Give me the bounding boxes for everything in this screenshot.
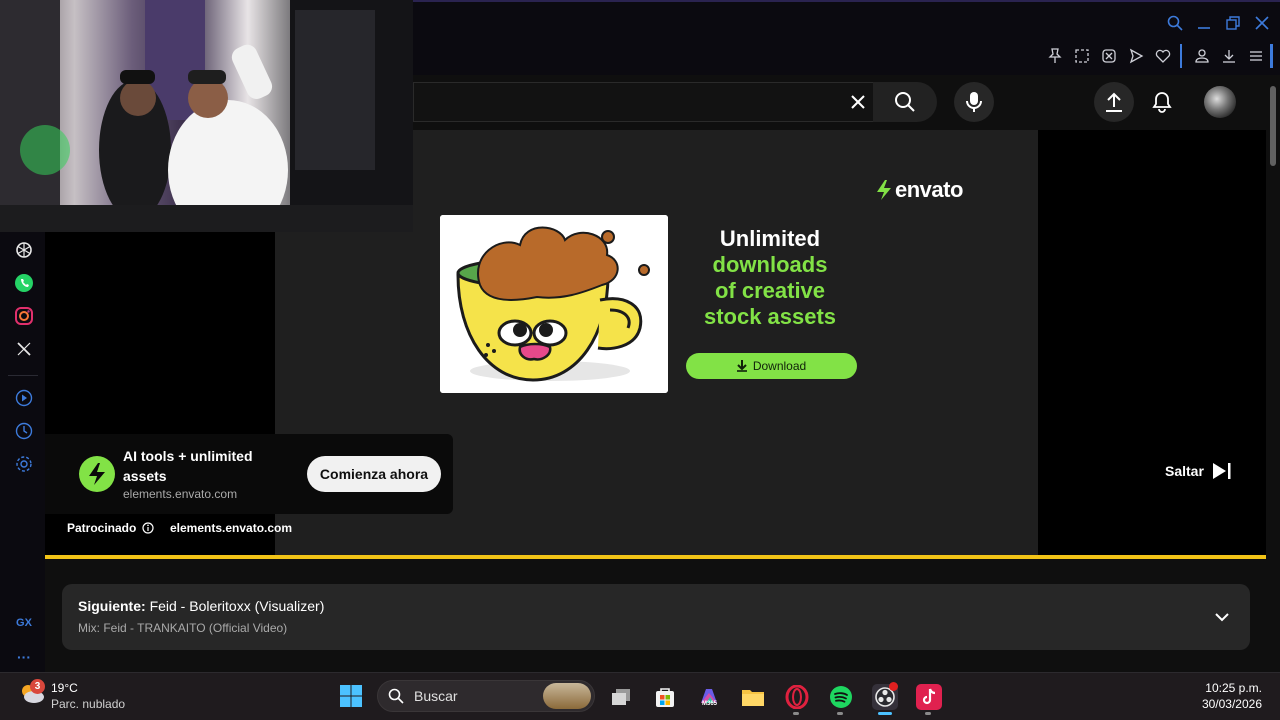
- opera-gx-icon[interactable]: [784, 684, 810, 710]
- search-button[interactable]: [873, 82, 937, 122]
- toolbar-divider: [1180, 44, 1182, 68]
- menu-icon[interactable]: [1244, 44, 1268, 68]
- gx-label[interactable]: GX: [12, 617, 36, 629]
- restore-icon[interactable]: [1220, 10, 1246, 36]
- skip-ad-button[interactable]: Saltar: [1165, 462, 1232, 480]
- advertiser-logo[interactable]: [79, 456, 115, 492]
- clear-search-icon[interactable]: [846, 90, 870, 114]
- weather-temp[interactable]: 19°C: [51, 681, 78, 695]
- windows-start-icon[interactable]: [339, 684, 363, 708]
- envato-logo: envato: [875, 177, 963, 203]
- envato-leaf-icon: [89, 463, 105, 485]
- skip-icon: [1212, 463, 1231, 479]
- ad-domain: elements.envato.com: [123, 487, 238, 501]
- weather-desc[interactable]: Parc. nublado: [51, 697, 125, 711]
- headline-line-3: of creative: [714, 278, 826, 303]
- up-next-title[interactable]: Feid - Boleritoxx (Visualizer): [150, 598, 325, 614]
- microsoft-store-icon[interactable]: [652, 684, 678, 710]
- search-icon[interactable]: [1162, 10, 1188, 36]
- up-next-panel[interactable]: [62, 584, 1250, 650]
- tiktok-icon[interactable]: [916, 684, 942, 710]
- pin-icon[interactable]: [1043, 44, 1067, 68]
- browser-top-bar: [413, 0, 1280, 75]
- skip-label: Saltar: [1165, 463, 1204, 479]
- task-view-icon[interactable]: [608, 684, 634, 710]
- clock-time[interactable]: 10:25 p.m.: [1190, 681, 1262, 695]
- download-label: Download: [752, 359, 807, 373]
- settings-icon[interactable]: [12, 452, 36, 476]
- instagram-icon[interactable]: [12, 304, 36, 328]
- obs-recording-badge: [889, 682, 898, 691]
- spotify-running-indicator: [837, 712, 843, 715]
- ad-block-icon[interactable]: [1097, 44, 1121, 68]
- opera-running-indicator: [793, 712, 799, 715]
- ad-cta-button[interactable]: Comienza ahora: [307, 456, 441, 492]
- chatgpt-icon[interactable]: [12, 238, 36, 262]
- notifications-icon[interactable]: [1150, 90, 1174, 114]
- sponsored-domain[interactable]: elements.envato.com: [170, 521, 292, 535]
- weather-badge: 3: [30, 679, 45, 694]
- whatsapp-icon[interactable]: [12, 271, 36, 295]
- headline-line-2: downloads: [712, 252, 828, 277]
- envato-brand: envato: [895, 177, 963, 202]
- ad-headline: Unlimited downloads of creative stock as…: [690, 226, 850, 330]
- taskbar-search-label: Buscar: [414, 688, 458, 704]
- toolbar-accent: [1270, 44, 1273, 68]
- snapshot-icon[interactable]: [1070, 44, 1094, 68]
- microphone-icon: [966, 92, 982, 112]
- tiktok-running-indicator: [925, 712, 931, 715]
- search-highlight-image: [543, 683, 591, 709]
- ad-title[interactable]: AI tools + unlimited assets: [123, 446, 273, 486]
- envato-leaf-icon: [877, 180, 891, 200]
- search-icon: [388, 688, 404, 704]
- up-next-prefix: Siguiente:: [78, 598, 146, 614]
- clock-date[interactable]: 30/03/2026: [1190, 697, 1262, 711]
- spotify-icon[interactable]: [828, 684, 854, 710]
- chevron-down-icon[interactable]: [1212, 607, 1232, 627]
- search-input[interactable]: [413, 82, 873, 122]
- obs-active-indicator: [878, 712, 892, 715]
- info-icon[interactable]: [142, 522, 154, 534]
- x-icon[interactable]: [12, 337, 36, 361]
- close-window-icon[interactable]: [1249, 10, 1275, 36]
- file-explorer-icon[interactable]: [740, 684, 766, 710]
- sidebar-divider: [8, 375, 38, 376]
- upload-button[interactable]: [1094, 82, 1134, 122]
- up-next-line: Siguiente: Feid - Boleritoxx (Visualizer…: [78, 598, 324, 614]
- windows-taskbar: [0, 672, 1280, 720]
- scrollbar-thumb[interactable]: [1270, 86, 1276, 166]
- sponsored-label: Patrocinado: [67, 521, 137, 535]
- minimize-icon[interactable]: [1191, 10, 1217, 36]
- ad-download-button[interactable]: Download: [686, 353, 857, 379]
- account-icon[interactable]: [1190, 44, 1214, 68]
- download-icon[interactable]: [1217, 44, 1241, 68]
- download-icon: [736, 360, 747, 372]
- up-next-mix: Mix: Feid - TRANKAITO (Official Video): [78, 621, 288, 635]
- avatar[interactable]: [1204, 86, 1236, 118]
- voice-search-button[interactable]: [954, 82, 994, 122]
- search-icon: [895, 92, 915, 112]
- m365-label: M365: [702, 701, 718, 707]
- top-accent-line: [413, 0, 1280, 2]
- send-icon[interactable]: [1124, 44, 1148, 68]
- heart-icon[interactable]: [1151, 44, 1175, 68]
- headline-line-1: Unlimited: [719, 226, 821, 251]
- sidebar-more-button[interactable]: ···: [12, 649, 36, 665]
- upload-icon: [1106, 92, 1122, 112]
- history-icon[interactable]: [12, 419, 36, 443]
- webcam-overlay: [0, 0, 413, 240]
- player-icon[interactable]: [12, 386, 36, 410]
- headline-line-4: stock assets: [703, 304, 837, 329]
- ad-illustration: [440, 215, 668, 393]
